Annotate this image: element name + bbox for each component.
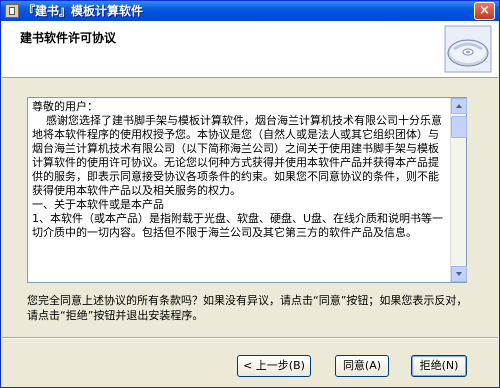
agree-button[interactable]: 同意(A) [335,355,389,377]
title-bar[interactable]: 『建书』模板计算软件 × [1,1,499,21]
scroll-down-arrow-icon[interactable] [451,266,467,282]
license-paragraph: 1、本软件（或本产品）是指附载于光盘、软盘、硬盘、U盘、在线介质和说明书等一切介… [32,212,444,239]
window-title: 『建书』模板计算软件 [23,4,144,18]
vertical-scrollbar[interactable] [450,98,467,282]
reject-button[interactable]: 拒绝(N) [411,355,467,377]
scroll-up-arrow-icon[interactable] [451,98,467,114]
installer-window: 『建书』模板计算软件 × 建书软件许可协议 尊敬的用户： 感谢您选择了建书脚手架… [0,0,500,388]
agreement-question: 您完全同意上述协议的所有条款吗？如果没有异议，请点击“同意”按钮；如果您表示反对… [27,294,468,322]
page-title: 建书软件许可协议 [20,31,117,45]
header-panel: 建书软件许可协议 [2,21,498,78]
app-icon [5,4,19,18]
license-textarea[interactable]: 尊敬的用户： 感谢您选择了建书脚手架与模板计算软件，烟台海兰计算机技术有限公司十… [27,97,467,283]
license-paragraph: 尊敬的用户： [32,100,98,113]
license-paragraph: 一、关于本软件或是本产品 [32,198,164,211]
cd-disc-icon [444,25,492,73]
back-button[interactable]: < 上一步(B) [237,355,311,377]
divider [2,337,498,339]
license-text: 尊敬的用户： 感谢您选择了建书脚手架与模板计算软件，烟台海兰计算机技术有限公司十… [30,100,450,280]
close-button[interactable]: × [474,2,495,20]
scroll-thumb[interactable] [451,116,467,138]
license-paragraph: 感谢您选择了建书脚手架与模板计算软件，烟台海兰计算机技术有限公司十分乐意地将本软… [32,114,442,197]
